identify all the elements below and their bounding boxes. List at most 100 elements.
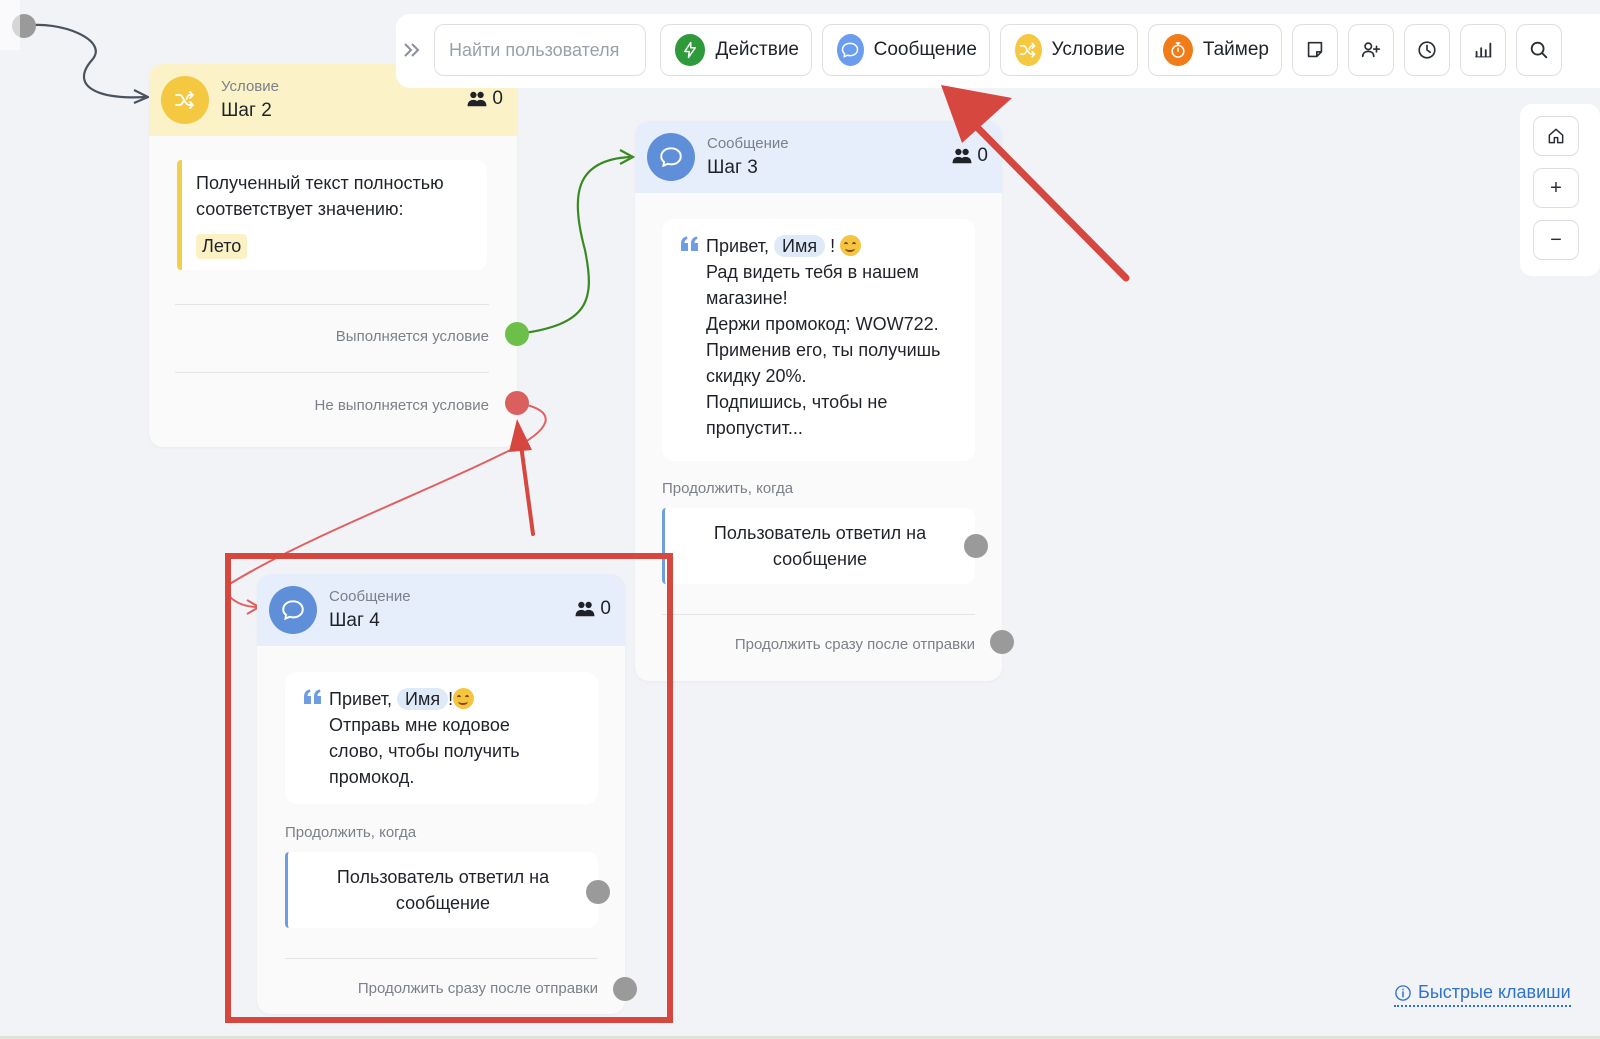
users-icon — [575, 601, 595, 617]
node-type-label: Условие — [221, 78, 279, 95]
continue-when-label: Продолжить, когда — [285, 824, 417, 841]
link-step2-yes-arrow — [619, 149, 636, 165]
stats-icon — [1475, 42, 1492, 58]
search-button[interactable] — [1516, 24, 1562, 76]
message-preview: Привет, Имя! Отправь мне кодовое слово, … — [285, 672, 598, 804]
subscriber-count: 0 — [466, 88, 503, 110]
subscriber-count-value: 0 — [977, 145, 988, 166]
lightning-icon — [675, 34, 706, 66]
message-line: магазине! — [706, 288, 788, 308]
node-type-label: Сообщение — [707, 135, 789, 152]
zoom-out-button[interactable]: − — [1533, 220, 1579, 260]
port-condition-not-met[interactable] — [505, 391, 529, 415]
node-step-3[interactable]: Сообщение Шаг 3 0 Привет, Имя ! Рад виде… — [635, 121, 1002, 681]
link-start-to-step2 — [23, 23, 147, 99]
trigger-user-replied[interactable]: Пользователь ответил на сообщение — [662, 508, 975, 584]
exclamation: ! — [830, 236, 836, 256]
divider — [175, 372, 489, 373]
note-button[interactable] — [1292, 24, 1338, 76]
exit-condition-not-met-label: Не выполняется условие — [314, 397, 489, 414]
node-step-3-header[interactable]: Сообщение Шаг 3 0 — [635, 121, 1002, 193]
shuffle-icon — [161, 76, 209, 124]
port-user-replied[interactable] — [586, 880, 610, 904]
subscriber-count-value: 0 — [600, 598, 611, 619]
continue-immediately-label: Продолжить сразу после отправки — [734, 636, 975, 653]
add-message-button[interactable]: Сообщение — [822, 24, 990, 76]
chevron-right-double-icon[interactable] — [400, 38, 424, 62]
message-line: промокод. — [329, 767, 415, 787]
node-step-4-header[interactable]: Сообщение Шаг 4 0 — [257, 574, 625, 646]
history-icon — [1418, 41, 1436, 59]
condition-value-tag: Лето — [196, 234, 248, 259]
greeting: Привет, — [329, 689, 393, 709]
port-condition-met[interactable] — [505, 322, 529, 346]
greeting: Привет, — [706, 236, 770, 256]
zoom-panel: + − — [1520, 104, 1600, 276]
message-line: Отправь мне кодовое — [329, 715, 510, 735]
node-type-label: Сообщение — [329, 588, 411, 605]
search-user-input[interactable] — [434, 24, 646, 76]
home-view-button[interactable] — [1533, 116, 1579, 156]
divider — [175, 304, 489, 305]
stats-button[interactable] — [1460, 24, 1506, 76]
quote-icon — [304, 689, 321, 704]
message-line: скидку 20%. — [706, 366, 807, 386]
start-port — [12, 14, 36, 38]
message-line: пропустит... — [706, 418, 803, 438]
users-icon — [952, 148, 972, 164]
message-line: Держи промокод: WOW722. — [706, 314, 939, 334]
add-action-button[interactable]: Действие — [660, 24, 812, 76]
continue-immediately-label: Продолжить сразу после отправки — [357, 980, 598, 997]
node-title: Шаг 3 — [707, 157, 758, 178]
trigger-user-replied[interactable]: Пользователь ответил на сообщение — [285, 852, 598, 928]
add-timer-label: Таймер — [1202, 39, 1269, 60]
history-button[interactable] — [1404, 24, 1450, 76]
info-icon — [1395, 984, 1411, 1001]
add-condition-button[interactable]: Условие — [1000, 24, 1138, 76]
top-toolbar: Действие Сообщение Условие Таймер — [396, 14, 1600, 88]
message-line: слово, чтобы получить — [329, 741, 520, 761]
zoom-in-button[interactable]: + — [1533, 168, 1579, 208]
node-step-4[interactable]: Сообщение Шаг 4 0 Привет, Имя! Отправь м… — [257, 574, 625, 1014]
users-icon — [467, 91, 487, 107]
divider — [285, 958, 598, 959]
divider — [662, 614, 975, 615]
chat-bubble-icon — [647, 133, 695, 181]
stopwatch-icon — [1163, 34, 1193, 66]
add-user-button[interactable] — [1348, 24, 1394, 76]
message-line: Применив его, ты получишь — [706, 340, 941, 360]
condition-text: Полученный текст полностью соответствует… — [196, 173, 444, 219]
port-continue-immediately[interactable] — [990, 630, 1014, 654]
message-preview: Привет, Имя ! Рад видеть тебя в нашем ма… — [662, 219, 975, 461]
note-icon — [1307, 41, 1323, 58]
name-variable-chip: Имя — [397, 688, 449, 710]
link-start-arrow — [133, 89, 151, 105]
add-timer-button[interactable]: Таймер — [1148, 24, 1282, 76]
node-step-2[interactable]: Условие Шаг 2 0 Полученный текст полност… — [149, 64, 517, 447]
continue-when-label: Продолжить, когда — [662, 480, 794, 497]
keyboard-shortcuts-link[interactable]: Быстрые клавиши — [1394, 982, 1571, 1007]
subscriber-count-value: 0 — [492, 88, 503, 109]
subscriber-count: 0 — [574, 598, 611, 620]
smile-emoji-icon — [840, 235, 862, 256]
port-continue-immediately[interactable] — [613, 977, 637, 1001]
subscriber-count: 0 — [951, 145, 988, 167]
exit-condition-met-label: Выполняется условие — [335, 328, 489, 345]
add-action-label: Действие — [715, 39, 799, 60]
smile-emoji-icon — [453, 688, 475, 709]
quote-icon — [681, 236, 698, 251]
node-title: Шаг 4 — [329, 610, 380, 631]
node-title: Шаг 2 — [221, 100, 272, 121]
condition-box: Полученный текст полностью соответствует… — [177, 160, 487, 270]
chat-bubble-icon — [269, 586, 317, 634]
shuffle-icon — [1015, 34, 1042, 66]
message-text: Привет, Имя! Отправь мне кодовое слово, … — [329, 686, 584, 790]
port-user-replied[interactable] — [964, 534, 988, 558]
name-variable-chip: Имя — [774, 235, 826, 257]
add-condition-label: Условие — [1051, 39, 1125, 60]
add-user-icon — [1361, 42, 1381, 58]
message-text: Привет, Имя ! Рад видеть тебя в нашем ма… — [706, 233, 961, 441]
add-message-label: Сообщение — [873, 39, 977, 60]
link-step2-yes-to-step3 — [516, 155, 631, 336]
message-line: Рад видеть тебя в нашем — [706, 262, 919, 282]
